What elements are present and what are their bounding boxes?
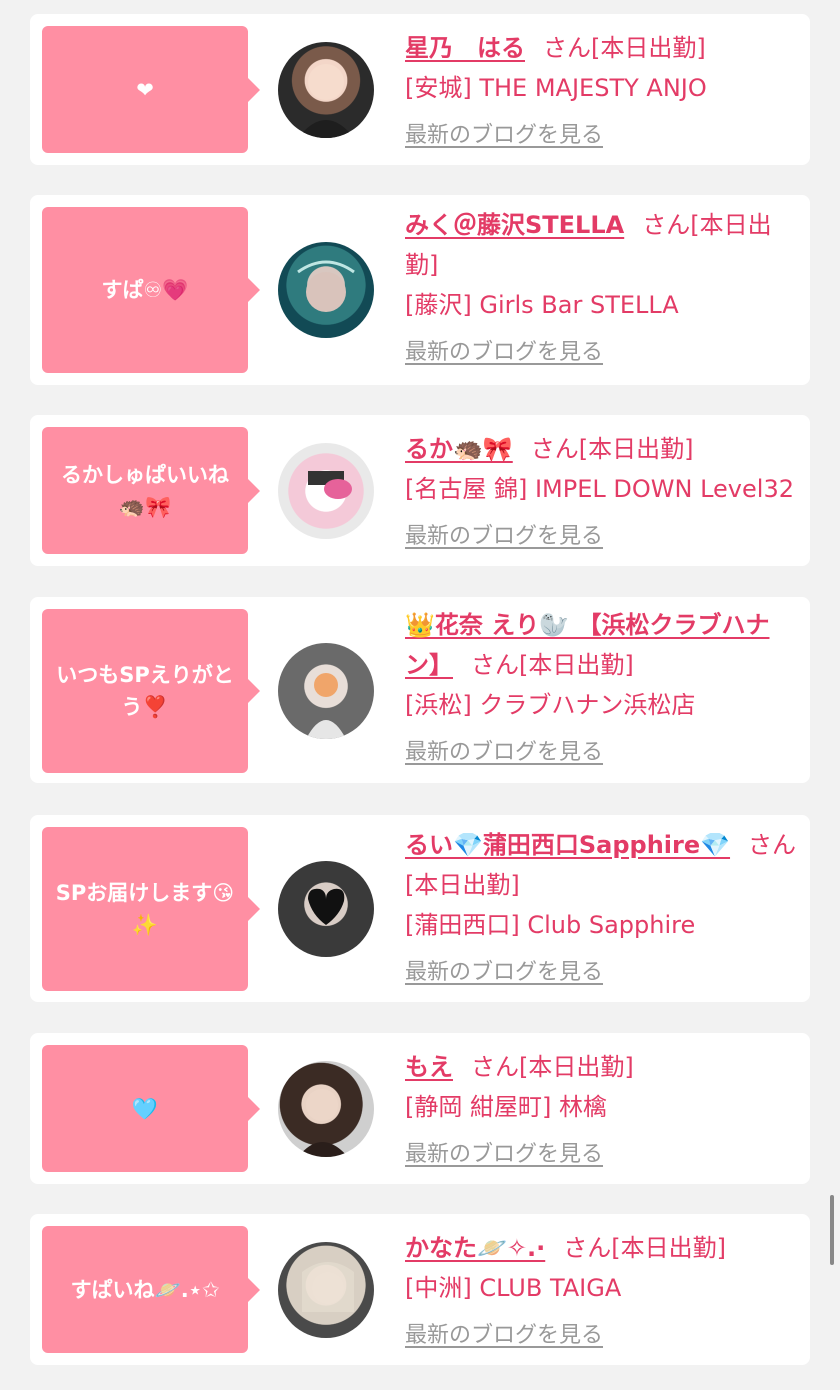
shop-name: [藤沢] Girls Bar STELLA [405, 291, 679, 319]
message-text: すぱ♾💗 [101, 278, 189, 302]
cast-name-link[interactable]: るか🦔🎀 [405, 435, 513, 463]
blog-link[interactable]: 最新のブログを見る [405, 116, 800, 156]
list-item: すぱ♾💗 みく＠藤沢STELLA さん[本日出勤] [藤沢] Girls Bar … [30, 195, 810, 385]
avatar-photo [308, 888, 345, 925]
message-bubble: るかしゅぱいいね🦔🎀 [42, 427, 260, 554]
cast-info: るい💎蒲田西口Sapphire💎 さん[本日出勤] [蒲田西口] Club Sap… [405, 825, 800, 993]
message-bubble: 🩵 [42, 1045, 260, 1172]
attendance-label: さん[本日出勤] [471, 1053, 634, 1081]
attendance-label: さん[本日出勤] [543, 34, 706, 62]
list-item: すぱいね🪐.⋆✩ かなた🪐✧.· さん[本日出勤] [中洲] CLUB TAIGA… [30, 1214, 810, 1365]
cast-name-link[interactable]: もえ [405, 1053, 453, 1081]
cast-name-link[interactable]: みく＠藤沢STELLA [405, 211, 624, 239]
attendance-label: さん[本日出勤] [563, 1234, 726, 1262]
avatar[interactable] [278, 1061, 374, 1157]
cast-info: もえ さん[本日出勤] [静岡 紺屋町] 林檎 最新のブログを見る [405, 1047, 800, 1175]
avatar[interactable] [278, 242, 374, 338]
blog-link[interactable]: 最新のブログを見る [405, 1135, 800, 1175]
avatar-photo [297, 260, 355, 312]
avatar-photo [306, 673, 346, 739]
blog-link[interactable]: 最新のブログを見る [405, 733, 800, 773]
attendance-label: さん[本日出勤] [530, 435, 694, 463]
cast-info: かなた🪐✧.· さん[本日出勤] [中洲] CLUB TAIGA 最新のブログを見… [405, 1228, 800, 1356]
list-item: いつもSPえりがとう❣️ 👑花奈 えり🦭 【浜松クラブハナン】 さん[本日出勤] … [30, 597, 810, 783]
message-text: SPお届けします😘✨ [55, 881, 235, 937]
blog-link[interactable]: 最新のブログを見る [405, 1316, 800, 1356]
scrollbar[interactable] [830, 1195, 834, 1265]
avatar[interactable] [278, 643, 374, 739]
message-bubble: ❤ [42, 26, 260, 153]
shop-name: [安城] THE MAJESTY ANJO [405, 74, 707, 102]
cast-info: 星乃 はる さん[本日出勤] [安城] THE MAJESTY ANJO 最新のブ… [405, 28, 800, 156]
message-bubble: いつもSPえりがとう❣️ [42, 609, 260, 773]
list-item: るかしゅぱいいね🦔🎀 るか🦔🎀 さん[本日出勤] [名古屋 錦] IMPEL DO… [30, 415, 810, 566]
shop-name: [名古屋 錦] IMPEL DOWN Level32 [405, 475, 794, 503]
cast-name-link[interactable]: かなた🪐✧.· [405, 1234, 545, 1262]
shop-name: [中洲] CLUB TAIGA [405, 1274, 622, 1302]
cast-info: るか🦔🎀 さん[本日出勤] [名古屋 錦] IMPEL DOWN Level32 … [405, 429, 800, 557]
avatar[interactable] [278, 42, 374, 138]
shop-name: [蒲田西口] Club Sapphire [405, 911, 696, 939]
avatar-photo [298, 1089, 348, 1157]
avatar-photo [308, 471, 352, 499]
shop-name: [浜松] クラブハナン浜松店 [405, 691, 696, 719]
avatar-photo [302, 1262, 354, 1312]
message-bubble: SPお届けします😘✨ [42, 827, 260, 991]
cast-name-link[interactable]: 星乃 はる [405, 34, 525, 62]
avatar[interactable] [278, 1242, 374, 1338]
shop-name: [静岡 紺屋町] 林檎 [405, 1093, 607, 1121]
cast-name-link[interactable]: るい💎蒲田西口Sapphire💎 [405, 831, 730, 859]
cast-info: みく＠藤沢STELLA さん[本日出勤] [藤沢] Girls Bar STELL… [405, 205, 800, 373]
cast-list: ❤ 星乃 はる さん[本日出勤] [安城] THE MAJESTY ANJO 最新… [0, 0, 840, 1390]
message-bubble: すぱいね🪐.⋆✩ [42, 1226, 260, 1353]
message-bubble: すぱ♾💗 [42, 207, 260, 373]
list-item: SPお届けします😘✨ るい💎蒲田西口Sapphire💎 さん[本日出勤] [蒲田西… [30, 815, 810, 1002]
attendance-label: さん[本日出勤] [471, 651, 634, 679]
message-text: すぱいね🪐.⋆✩ [70, 1277, 220, 1302]
message-text: ❤ [136, 77, 154, 102]
blog-link[interactable]: 最新のブログを見る [405, 953, 800, 993]
blog-link[interactable]: 最新のブログを見る [405, 333, 800, 373]
message-text: いつもSPえりがとう❣️ [56, 663, 234, 719]
message-text: 🩵 [131, 1096, 159, 1121]
list-item: ❤ 星乃 はる さん[本日出勤] [安城] THE MAJESTY ANJO 最新… [30, 14, 810, 165]
message-text: るかしゅぱいいね🦔🎀 [61, 462, 229, 519]
blog-link[interactable]: 最新のブログを見る [405, 517, 800, 557]
avatar[interactable] [278, 443, 374, 539]
list-item: 🩵 もえ さん[本日出勤] [静岡 紺屋町] 林檎 最新のブログを見る [30, 1033, 810, 1184]
avatar[interactable] [278, 861, 374, 957]
cast-info: 👑花奈 えり🦭 【浜松クラブハナン】 さん[本日出勤] [浜松] クラブハナン浜松… [405, 605, 800, 773]
avatar-photo [298, 64, 354, 138]
